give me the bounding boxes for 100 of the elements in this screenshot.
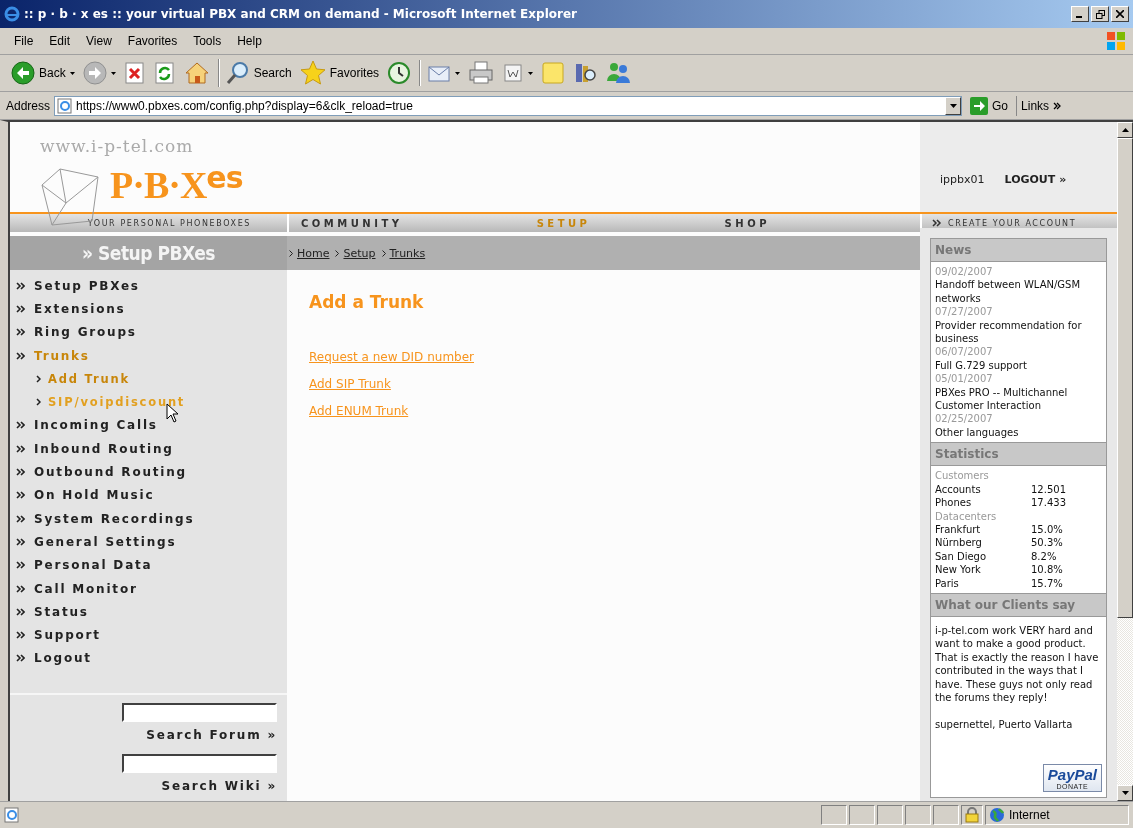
double-chevron-icon bbox=[16, 351, 25, 360]
dropdown-caret-icon bbox=[949, 103, 957, 108]
search-field[interactable] bbox=[122, 703, 277, 722]
panel-header: What our Clients say bbox=[931, 593, 1106, 617]
stat-value: 15.0% bbox=[1031, 522, 1064, 537]
double-chevron-icon bbox=[16, 607, 25, 616]
news-link[interactable]: Full G.729 support bbox=[935, 358, 1027, 373]
search-field[interactable] bbox=[122, 754, 277, 773]
books-icon bbox=[573, 61, 598, 85]
menu-item[interactable]: File bbox=[6, 34, 42, 48]
news-link[interactable]: PBXes PRO -- Multichannel Customer Interaction bbox=[935, 385, 1102, 413]
stat-label: Frankfurt bbox=[935, 522, 982, 537]
stat-value: 17.433 bbox=[1031, 496, 1067, 510]
sidebar-menu-link[interactable]: Setup PBXes bbox=[34, 278, 140, 293]
menu-item[interactable]: Favorites bbox=[119, 34, 186, 48]
search-icon bbox=[225, 61, 250, 85]
sidebar-menu-link[interactable]: Call Monitor bbox=[34, 581, 138, 596]
breadcrumb-link[interactable]: Setup bbox=[343, 246, 376, 260]
page-icon bbox=[4, 807, 20, 823]
menu-item[interactable]: View bbox=[78, 34, 120, 48]
note-icon bbox=[541, 61, 566, 85]
close-icon bbox=[1116, 10, 1124, 18]
double-chevron-icon bbox=[16, 561, 25, 570]
sidebar-menu-link[interactable]: Inbound Routing bbox=[34, 441, 174, 456]
status-panel bbox=[877, 805, 903, 825]
sidebar-menu-link[interactable]: Personal Data bbox=[34, 558, 153, 573]
news-date: 02/25/2007 bbox=[935, 412, 993, 426]
sidebar-menu-link[interactable]: Outbound Routing bbox=[34, 465, 187, 479]
double-chevron-icon bbox=[16, 491, 25, 500]
news-date: 07/27/2007 bbox=[935, 305, 993, 319]
dropdown-caret-icon bbox=[528, 71, 534, 75]
sidebar-menu-link[interactable]: Extensions bbox=[34, 301, 126, 316]
menu-item[interactable]: Help bbox=[229, 34, 270, 48]
double-chevron-icon bbox=[16, 537, 25, 546]
links-button[interactable]: Links bbox=[1021, 98, 1050, 113]
minimize-button[interactable] bbox=[1071, 6, 1089, 22]
printer-icon bbox=[468, 61, 495, 85]
stat-label: Paris bbox=[935, 576, 960, 590]
stat-value: 15.7% bbox=[1031, 576, 1064, 590]
news-link[interactable]: Provider recommendation for business bbox=[935, 318, 1102, 346]
security-zone-label: Internet bbox=[1009, 808, 1050, 822]
breadcrumb-link[interactable]: Home bbox=[297, 246, 330, 260]
double-chevron-icon bbox=[16, 444, 25, 453]
star-icon bbox=[299, 60, 326, 86]
chevron-icon bbox=[381, 249, 386, 257]
nav-tab[interactable]: SHOP bbox=[724, 217, 770, 229]
go-button[interactable]: Go bbox=[966, 96, 1013, 115]
site-tagline: YOUR PERSONAL PHONEBOXES bbox=[87, 218, 251, 228]
toolbar-button[interactable]: Favorites bbox=[296, 58, 383, 88]
home-icon bbox=[183, 61, 210, 85]
toolbar-button[interactable]: Back bbox=[8, 59, 78, 87]
dropdown-caret-icon bbox=[110, 71, 116, 75]
stat-value: 10.8% bbox=[1031, 563, 1064, 577]
sidebar-menu-link[interactable]: System Recordings bbox=[34, 511, 195, 526]
vertical-scrollbar[interactable] bbox=[1117, 122, 1133, 801]
search-link[interactable]: Search Wiki » bbox=[161, 779, 277, 793]
sidebar-menu-link[interactable]: General Settings bbox=[34, 534, 177, 549]
double-chevron-icon bbox=[16, 281, 25, 290]
stat-label: Phones bbox=[935, 496, 973, 510]
sidebar-menu-link[interactable]: Ring Groups bbox=[34, 325, 137, 340]
panel-header: Statistics bbox=[931, 443, 1106, 467]
double-chevron-icon bbox=[16, 421, 25, 430]
window-title: :: p · b · x es :: your virtual PBX and CRM on demand - Microsoft Internet Explorer bbox=[24, 7, 578, 21]
news-link[interactable]: Handoff between WLAN/GSM networks bbox=[935, 278, 1102, 306]
scrollbar-thumb[interactable] bbox=[1117, 138, 1133, 618]
sidebar-menu-link[interactable]: Logout bbox=[34, 651, 92, 666]
sidebar-menu-link[interactable]: Status bbox=[34, 604, 89, 619]
search-link[interactable]: Search Forum » bbox=[146, 728, 277, 742]
close-button[interactable] bbox=[1111, 6, 1129, 22]
refresh-icon bbox=[153, 62, 176, 84]
page-heading: Add a Trunk bbox=[309, 292, 424, 312]
testimonial-quote: i-p-tel.com work VERY hard and want to make a good product. That is exactly the reason I have contributed in the ways that I have. These guys not only read the forums they reply! bbox=[935, 623, 1100, 705]
up-arrow-icon bbox=[1121, 128, 1129, 132]
dropdown-button[interactable] bbox=[945, 96, 962, 115]
status-panel bbox=[821, 805, 847, 825]
toolbar-button[interactable]: Search bbox=[217, 59, 295, 87]
stat-label: San Diego bbox=[935, 549, 988, 564]
news-link[interactable]: Other languages bbox=[935, 425, 1019, 440]
menu-item[interactable]: Tools bbox=[185, 34, 230, 48]
news-date: 06/07/2007 bbox=[935, 345, 993, 359]
nav-tab[interactable]: COMMUNITY bbox=[301, 217, 403, 229]
stat-group-heading: Customers bbox=[935, 469, 989, 483]
breadcrumb-link[interactable]: Trunks bbox=[389, 246, 426, 260]
username: ippbx01 bbox=[940, 172, 985, 186]
menu-item[interactable]: Edit bbox=[41, 34, 79, 48]
dropdown-caret-icon bbox=[69, 71, 75, 75]
status-panel bbox=[849, 805, 875, 825]
sidebar-menu-link[interactable]: On Hold Music bbox=[34, 488, 155, 503]
chevron-icon bbox=[289, 249, 293, 257]
dropdown-caret-icon bbox=[455, 71, 461, 75]
address-label: Address bbox=[6, 98, 51, 113]
sidebar-menu-link[interactable]: Incoming Calls bbox=[34, 418, 158, 433]
restore-button[interactable] bbox=[1091, 6, 1109, 22]
sidebar-menu-link[interactable]: Support bbox=[34, 628, 101, 643]
site-domain: www.i-p-tel.com bbox=[40, 136, 195, 156]
address-field[interactable]: https://www0.pbxes.com/config.php?display=6&clk_reload=true bbox=[54, 95, 963, 116]
stop-icon bbox=[123, 62, 146, 84]
document-icon bbox=[502, 62, 525, 84]
logout-link[interactable]: LOGOUT » bbox=[1004, 172, 1067, 186]
testimonial-author: supernettel, Puerto Vallarta bbox=[935, 718, 1073, 732]
